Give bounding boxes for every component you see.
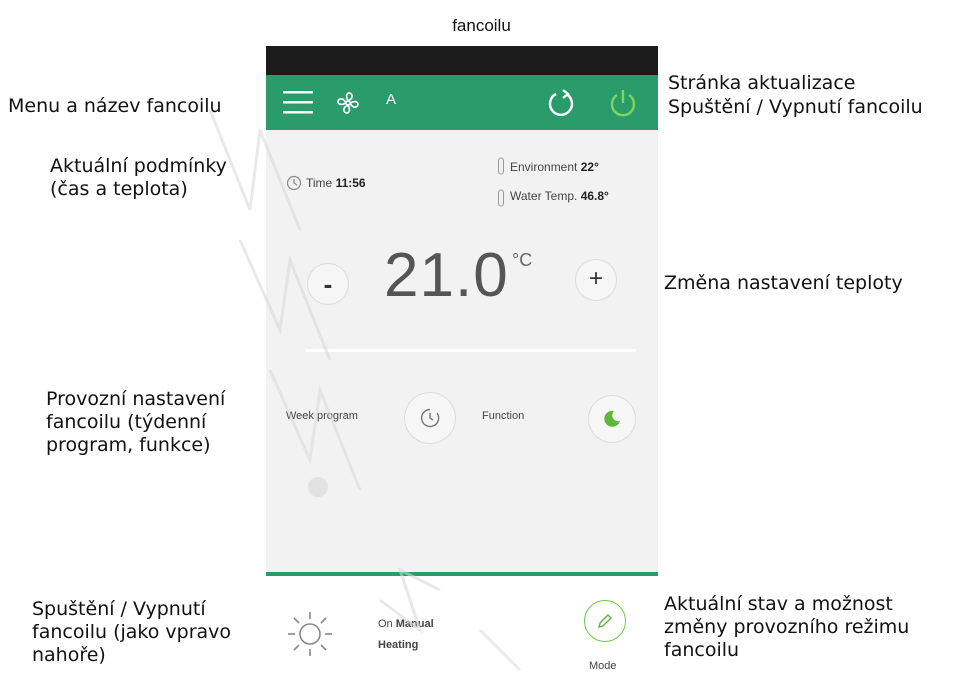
water-temp-display: Water Temp. 46.8° — [510, 189, 609, 203]
divider — [306, 349, 636, 352]
minus-button[interactable]: - — [308, 264, 348, 304]
fancoil-name: A — [386, 91, 397, 108]
clock-icon — [286, 175, 302, 191]
app-bar: A — [266, 75, 658, 130]
environment-value: 22° — [580, 160, 599, 174]
temperature-unit: °C — [512, 250, 533, 270]
mode-label: Mode — [589, 660, 617, 672]
water-temp-label: Water Temp. — [510, 189, 578, 203]
water-temp-value: 46.8° — [580, 189, 609, 203]
caption-mode-line2: změny provozního režimu — [664, 616, 910, 638]
state-line1: On Manual — [378, 618, 434, 630]
week-program-button[interactable] — [405, 393, 455, 443]
pencil-icon — [598, 614, 612, 628]
mode-button[interactable] — [584, 600, 626, 642]
week-program-label: Week program — [286, 410, 358, 422]
thermometer-icon — [498, 157, 504, 175]
status-bar — [266, 46, 658, 75]
top-caption: fancoilu — [452, 16, 511, 35]
caption-temp-change: Změna nastavení teploty — [664, 272, 903, 294]
fan-icon — [337, 92, 359, 114]
moon-icon — [604, 410, 620, 427]
time-display: Time 11:56 — [306, 176, 366, 190]
water-thermometer-icon — [498, 189, 504, 207]
caption-operation: Provozní nastavení fancoilu (týdenní pro… — [46, 388, 226, 456]
environment-display: Environment 22° — [510, 160, 599, 174]
power-icon[interactable] — [608, 87, 638, 119]
time-value: 11:56 — [335, 176, 366, 190]
plus-icon: + — [588, 265, 603, 292]
function-button[interactable] — [589, 396, 635, 442]
state-on: On — [378, 618, 393, 630]
sun-icon[interactable] — [286, 610, 334, 658]
bottom-panel: On Manual Heating Mode — [266, 576, 658, 686]
caption-onoff-bottom: Spuštění / Vypnutí fancoilu (jako vpravo… — [32, 598, 232, 666]
caption-refresh-line2: Spuštění / Vypnutí fancoilu — [668, 96, 923, 118]
refresh-icon[interactable] — [546, 88, 576, 118]
environment-label: Environment — [510, 160, 578, 174]
state-mode: Manual — [395, 618, 434, 630]
caption-conditions: Aktuální podmínky (čas a teplota) — [50, 155, 227, 200]
state-heating: Heating — [378, 639, 419, 651]
caption-menu: Menu a název fancoilu — [8, 95, 222, 117]
setpoint-temperature: 21.0 — [384, 241, 509, 310]
caption-mode-line1: Aktuální stav a možnost — [664, 593, 893, 615]
time-label: Time — [306, 176, 333, 190]
week-clock-icon — [420, 408, 440, 428]
caption-refresh-line1: Stránka aktualizace — [668, 72, 856, 94]
minus-icon: - — [323, 269, 333, 299]
function-label: Function — [482, 410, 525, 422]
hamburger-icon[interactable] — [282, 88, 314, 116]
phone-screen: A Time 11:56 Environment 22° Water Temp.… — [266, 46, 658, 686]
plus-button[interactable]: + — [576, 260, 616, 300]
caption-mode-line3: fancoilu — [664, 639, 740, 661]
